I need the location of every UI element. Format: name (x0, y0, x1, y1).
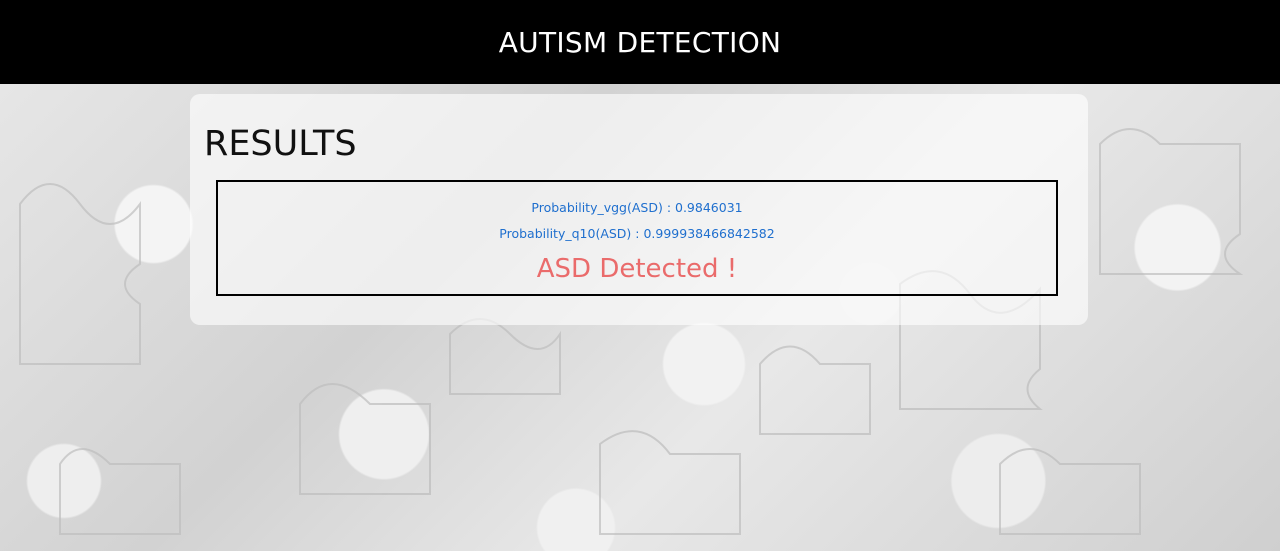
app-title: AUTISM DETECTION (498, 25, 782, 59)
probability-q10-text: Probability_q10(ASD) : 0.999938466842582 (499, 226, 775, 241)
detection-verdict: ASD Detected ! (536, 254, 738, 284)
top-header-bar: AUTISM DETECTION (0, 0, 1280, 84)
results-panel: RESULTS Probability_vgg(ASD) : 0.9846031… (190, 94, 1088, 325)
probability-vgg-text: Probability_vgg(ASD) : 0.9846031 (531, 200, 743, 215)
results-heading: RESULTS (204, 124, 357, 164)
result-box: Probability_vgg(ASD) : 0.9846031 Probabi… (216, 180, 1058, 296)
